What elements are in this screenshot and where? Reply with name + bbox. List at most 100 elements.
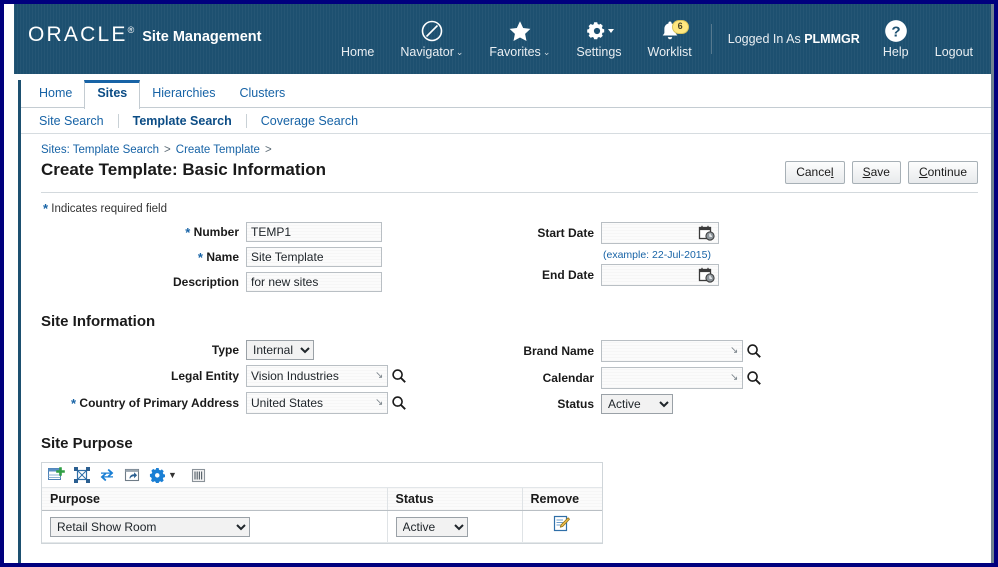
legal-entity-box: ↘ (246, 365, 389, 387)
nav-favorites-label: Favorites ⌄ (489, 45, 551, 60)
name-input[interactable] (246, 247, 382, 267)
tab-sites[interactable]: Sites (84, 80, 141, 109)
brand: ORACLE® Site Management (28, 23, 261, 47)
purpose-select[interactable]: Retail Show RoomWarehouseOfficeManufactu… (50, 516, 250, 537)
status-select[interactable]: ActiveInactive (601, 394, 673, 414)
nav-help-label: Help (882, 45, 909, 60)
breadcrumb-item-create-template[interactable]: Create Template (176, 144, 260, 156)
expand-all-icon[interactable] (74, 467, 90, 483)
site-purpose-heading: Site Purpose (41, 435, 133, 452)
calendar-icon[interactable] (698, 267, 718, 283)
home-spacer (341, 20, 374, 44)
page-title: Create Template: Basic Information (41, 160, 326, 179)
gear-menu-icon[interactable]: ▼ (149, 467, 177, 483)
nav-navigator-label: Navigator ⌄ (400, 45, 464, 60)
type-select[interactable]: InternalExternalSupplierCustomer (246, 340, 314, 360)
primary-tabs: Home Sites Hierarchies Clusters (21, 80, 991, 109)
nav-settings[interactable]: Settings (563, 18, 634, 60)
site-purpose-table: ▼ Purpose Status Remove Retail Show Room… (41, 462, 603, 544)
breadcrumb-item-template-search[interactable]: Sites: Template Search (41, 144, 159, 156)
search-icon[interactable] (391, 368, 407, 384)
end-date-input[interactable] (602, 267, 690, 283)
search-icon[interactable] (746, 370, 762, 386)
nav-help[interactable]: ? Help (870, 18, 922, 60)
calendar-box: ↘ (601, 367, 744, 389)
brand-name-box: ↘ (601, 340, 744, 362)
edit-pencil-icon[interactable] (553, 515, 571, 533)
lov-arrow-icon[interactable]: ↘ (728, 346, 742, 356)
lov-arrow-icon[interactable]: ↘ (728, 373, 742, 383)
required-field-note-label: Indicates required field (51, 203, 167, 215)
subtab-coverage-search[interactable]: Coverage Search (247, 114, 372, 128)
column-header-purpose[interactable]: Purpose (42, 488, 388, 511)
nav-navigator[interactable]: Navigator ⌄ (387, 18, 476, 60)
brand-name-lov: ↘ (601, 340, 762, 362)
country-box: ↘ (246, 392, 389, 414)
tab-home[interactable]: Home (27, 80, 84, 105)
page-content: Sites: Template Search > Create Template > … (21, 134, 991, 544)
required-marker: * (71, 395, 77, 411)
field-row-legal-entity: Legal Entity ↘ (41, 365, 501, 387)
worklist-badge: 6 (671, 20, 689, 35)
subtab-template-search[interactable]: Template Search (119, 114, 246, 128)
nav-worklist[interactable]: 6 Worklist (635, 18, 705, 60)
nav-logout[interactable]: Logout (922, 18, 986, 60)
country-label: * Country of Primary Address (71, 395, 239, 411)
field-row-number: * Number (41, 222, 501, 242)
site-information-right-column: Brand Name ↘ Calendar ↘ Status Active (501, 340, 921, 419)
start-date-input[interactable] (602, 225, 690, 241)
calendar-input[interactable] (602, 369, 728, 387)
add-row-icon[interactable] (48, 467, 65, 483)
column-header-status[interactable]: Status (387, 488, 523, 511)
nav-favorites[interactable]: Favorites ⌄ (476, 18, 563, 60)
table-header-row: Purpose Status Remove (42, 488, 602, 511)
continue-button[interactable]: Continue (907, 161, 978, 184)
chevron-down-icon: ▼ (168, 470, 177, 480)
tab-clusters[interactable]: Clusters (227, 80, 297, 105)
start-date-label: Start Date (537, 226, 594, 240)
field-row-brand-name: Brand Name ↘ (501, 340, 921, 362)
row-status-select[interactable]: ActiveInactive (395, 516, 468, 537)
refresh-icon[interactable] (99, 467, 115, 483)
field-row-end-date: End Date (501, 264, 921, 286)
site-purpose-toolbar: ▼ (42, 463, 602, 488)
number-input[interactable] (246, 222, 382, 242)
lov-arrow-icon[interactable]: ↘ (373, 371, 387, 381)
field-row-calendar: Calendar ↘ (501, 367, 921, 389)
legal-entity-input[interactable] (247, 367, 373, 385)
detach-columns-icon[interactable] (191, 468, 206, 483)
brand-name-label: Brand Name (523, 344, 594, 358)
subtab-site-search[interactable]: Site Search (31, 114, 118, 128)
number-label: * Number (185, 224, 239, 240)
cell-status: ActiveInactive (387, 510, 523, 543)
save-button[interactable]: Save (851, 161, 901, 184)
search-icon[interactable] (391, 395, 407, 411)
brand-name-input[interactable] (602, 342, 728, 360)
country-input[interactable] (247, 394, 373, 412)
required-marker: * (43, 201, 49, 216)
lov-arrow-icon[interactable]: ↘ (373, 398, 387, 408)
end-date-box (601, 264, 719, 286)
legal-entity-label: Legal Entity (170, 369, 239, 383)
cell-remove (522, 510, 602, 543)
calendar-icon[interactable] (698, 225, 718, 241)
question-circle-icon: ? (883, 18, 909, 44)
breadcrumb: Sites: Template Search > Create Template > (41, 144, 978, 156)
chevron-down-icon: ⌄ (542, 47, 551, 58)
tab-hierarchies[interactable]: Hierarchies (140, 80, 227, 105)
registered-mark: ® (127, 25, 135, 35)
date-format-hint: (example: 22-Jul-2015) (603, 249, 711, 261)
field-row-description: Description (41, 272, 501, 292)
search-icon[interactable] (746, 343, 762, 359)
global-nav: Home Navigator ⌄ Favorites ⌄ Settings 6 … (328, 4, 986, 74)
undo-icon[interactable] (124, 467, 140, 483)
description-input[interactable] (246, 272, 382, 292)
field-row-status: Status ActiveInactive (501, 394, 921, 414)
svg-text:?: ? (891, 24, 900, 41)
column-header-remove[interactable]: Remove (522, 488, 602, 511)
site-information-heading: Site Information (41, 313, 156, 330)
nav-home[interactable]: Home (328, 18, 387, 60)
field-row-name: * Name (41, 247, 501, 267)
cancel-button[interactable]: Cancel (785, 161, 845, 184)
page-container: Home Sites Hierarchies Clusters Site Search… (18, 80, 991, 563)
